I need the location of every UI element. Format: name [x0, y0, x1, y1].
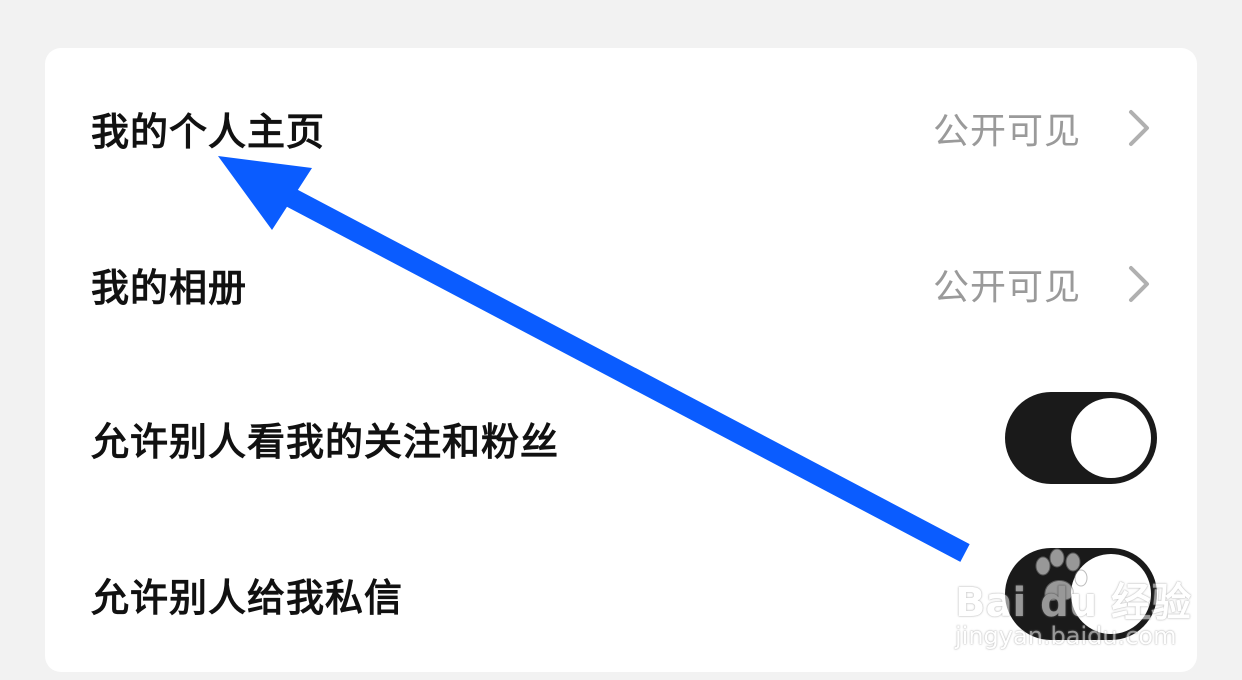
row-personal-homepage[interactable]: 我的个人主页 公开可见 — [45, 68, 1197, 188]
toggle-allow-view-follow-fans[interactable] — [1005, 392, 1157, 484]
row-value: 公开可见 — [932, 267, 1081, 308]
toggle-knob — [1071, 554, 1151, 634]
privacy-settings-card: 我的个人主页 公开可见 我的相册 公开可见 允许别人看我的关注和粉丝 允许别人给… — [45, 48, 1197, 672]
chevron-right-icon — [1129, 266, 1149, 302]
row-value: 公开可见 — [932, 111, 1081, 152]
toggle-knob — [1071, 398, 1151, 478]
row-label: 允许别人看我的关注和粉丝 — [91, 419, 560, 464]
row-allow-view-follow-fans: 允许别人看我的关注和粉丝 — [45, 378, 1197, 498]
toggle-allow-private-message[interactable] — [1005, 548, 1157, 640]
row-album[interactable]: 我的相册 公开可见 — [45, 224, 1197, 344]
row-label: 我的相册 — [91, 265, 248, 310]
chevron-right-icon — [1129, 110, 1149, 146]
row-label: 我的个人主页 — [91, 109, 326, 154]
row-label: 允许别人给我私信 — [91, 575, 404, 620]
row-allow-private-message: 允许别人给我私信 — [45, 534, 1197, 654]
